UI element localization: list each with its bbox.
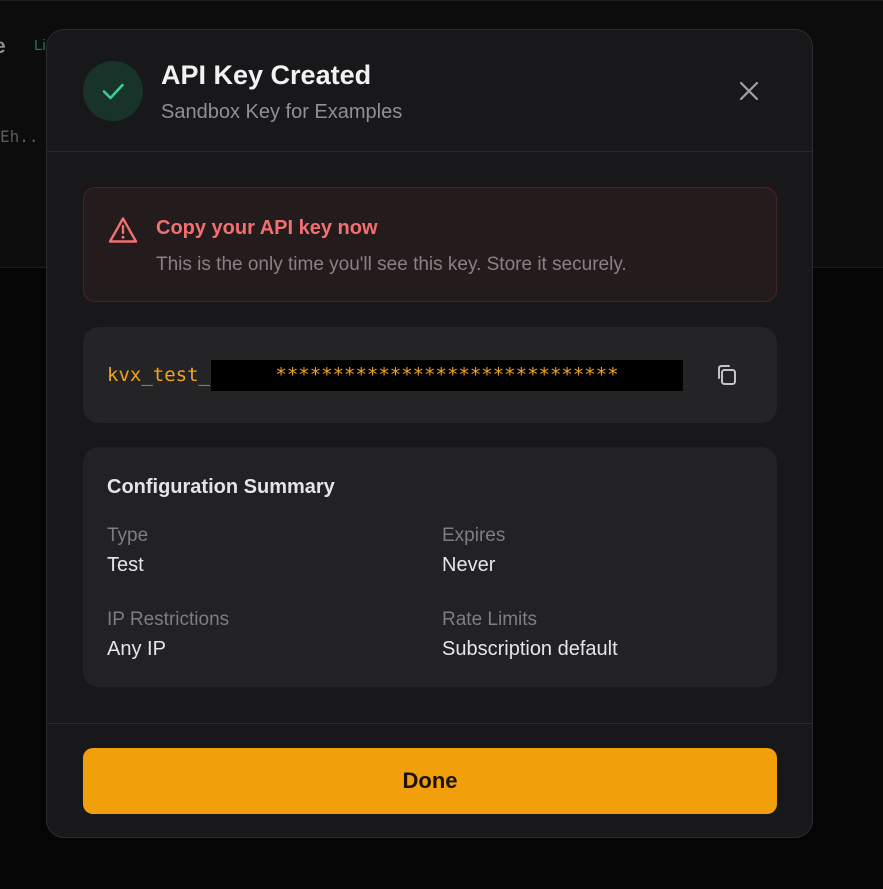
done-button[interactable]: Done [83,748,777,814]
background-text: Eh.. [0,127,39,146]
api-key-value[interactable]: ****************************** [211,360,683,391]
warning-title: Copy your API key now [156,217,378,239]
warning-text: This is the only time you'll see this ke… [156,254,627,275]
copy-icon [718,365,736,385]
dialog-title: API Key Created [161,60,372,90]
type-value: Test [107,554,144,576]
rate-limits-value: Subscription default [442,638,618,660]
expires-label: Expires [442,525,506,546]
footer-divider [47,723,812,724]
close-button[interactable] [735,77,763,105]
check-icon [102,83,124,100]
api-key-display: kvx_test_ ****************************** [83,327,777,423]
close-icon [739,81,759,101]
background-badge: Li [34,37,46,54]
rate-limits-label: Rate Limits [442,609,538,630]
success-badge [83,61,143,121]
summary-title: Configuration Summary [107,476,335,498]
copy-key-button[interactable] [713,361,741,389]
background-title: e [0,35,6,59]
api-key-created-dialog: API Key Created Sandbox Key for Examples… [46,29,813,838]
dialog-subtitle: Sandbox Key for Examples [161,101,403,123]
ip-restrictions-value: Any IP [107,638,166,660]
ip-restrictions-label: IP Restrictions [107,609,230,630]
warning-triangle-icon [108,217,138,243]
configuration-summary: Configuration Summary Type Test Expires … [83,447,777,687]
dialog-header: API Key Created Sandbox Key for Examples [47,30,812,152]
type-label: Type [107,525,149,546]
expires-value: Never [442,554,496,576]
api-key-prefix[interactable]: kvx_test_ [107,364,210,386]
copy-warning-alert: Copy your API key now This is the only t… [83,187,777,302]
